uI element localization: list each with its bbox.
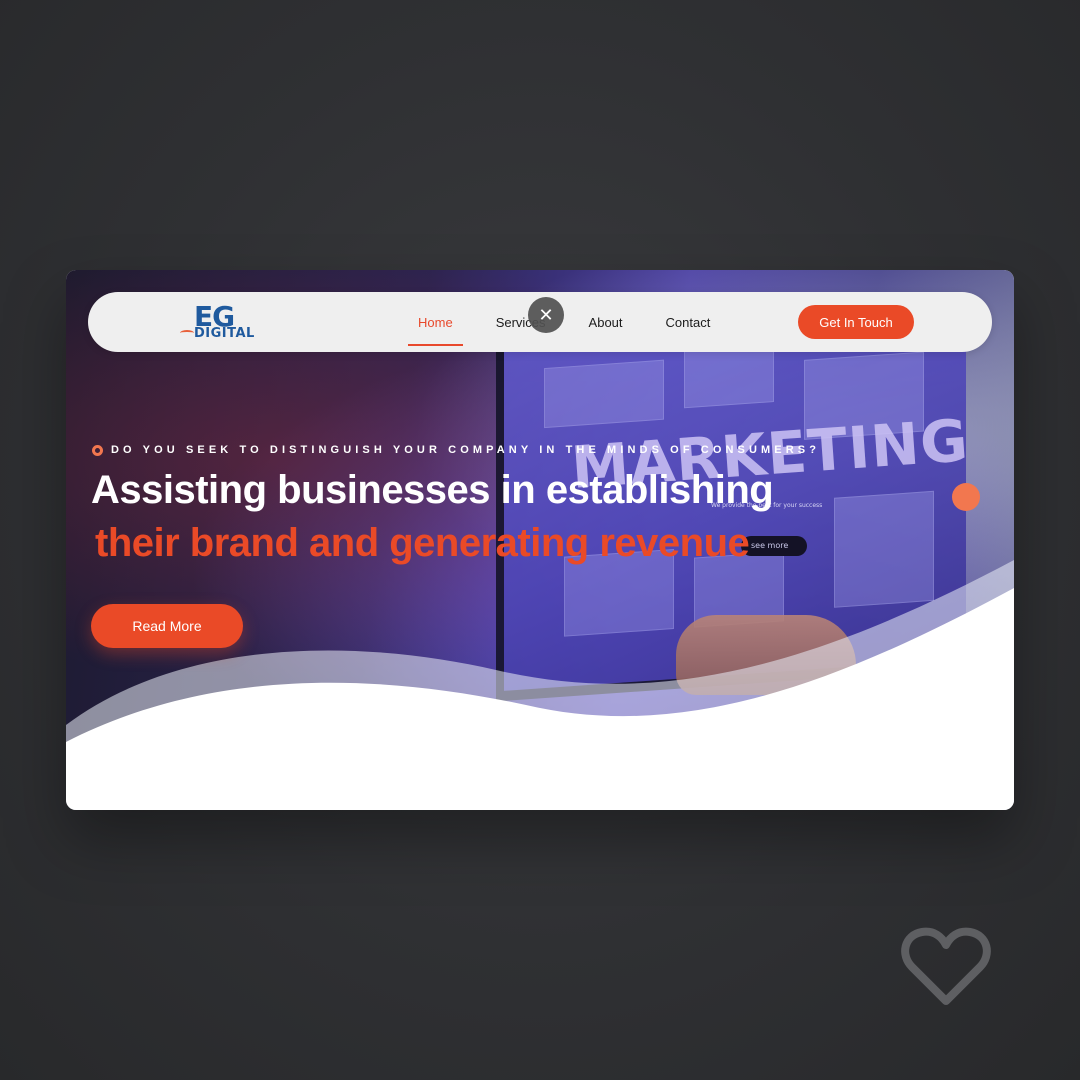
hero-headline-line-2: their brand and generating revenue (95, 521, 750, 565)
nav-item-about[interactable]: About (579, 315, 633, 330)
nav-item-home[interactable]: Home (408, 315, 463, 346)
logo-swoosh-icon (180, 330, 194, 336)
heart-icon[interactable] (900, 925, 992, 1009)
logo-wordmark: DIGITAL (194, 326, 255, 341)
read-more-button[interactable]: Read More (91, 604, 243, 648)
nav-item-contact[interactable]: Contact (656, 315, 721, 330)
get-in-touch-button[interactable]: Get In Touch (798, 305, 914, 339)
viewer-stage: MARKETING We provide the best for your s… (0, 0, 1080, 1080)
hero-headline-line-1: Assisting businesses in establishing (91, 468, 774, 512)
close-icon[interactable]: ✕ (528, 297, 564, 333)
ring-bullet-icon (92, 444, 103, 456)
hero-eyebrow: DO YOU SEEK TO DISTINGUISH YOUR COMPANY … (92, 444, 820, 456)
nav-menu: Home Services About Contact (408, 292, 720, 352)
hero-eyebrow-text: DO YOU SEEK TO DISTINGUISH YOUR COMPANY … (111, 444, 821, 456)
website-preview-card: MARKETING We provide the best for your s… (66, 270, 1014, 810)
eg-digital-logo[interactable]: EG DIGITAL (180, 300, 255, 344)
decorative-orange-dot (952, 483, 980, 511)
